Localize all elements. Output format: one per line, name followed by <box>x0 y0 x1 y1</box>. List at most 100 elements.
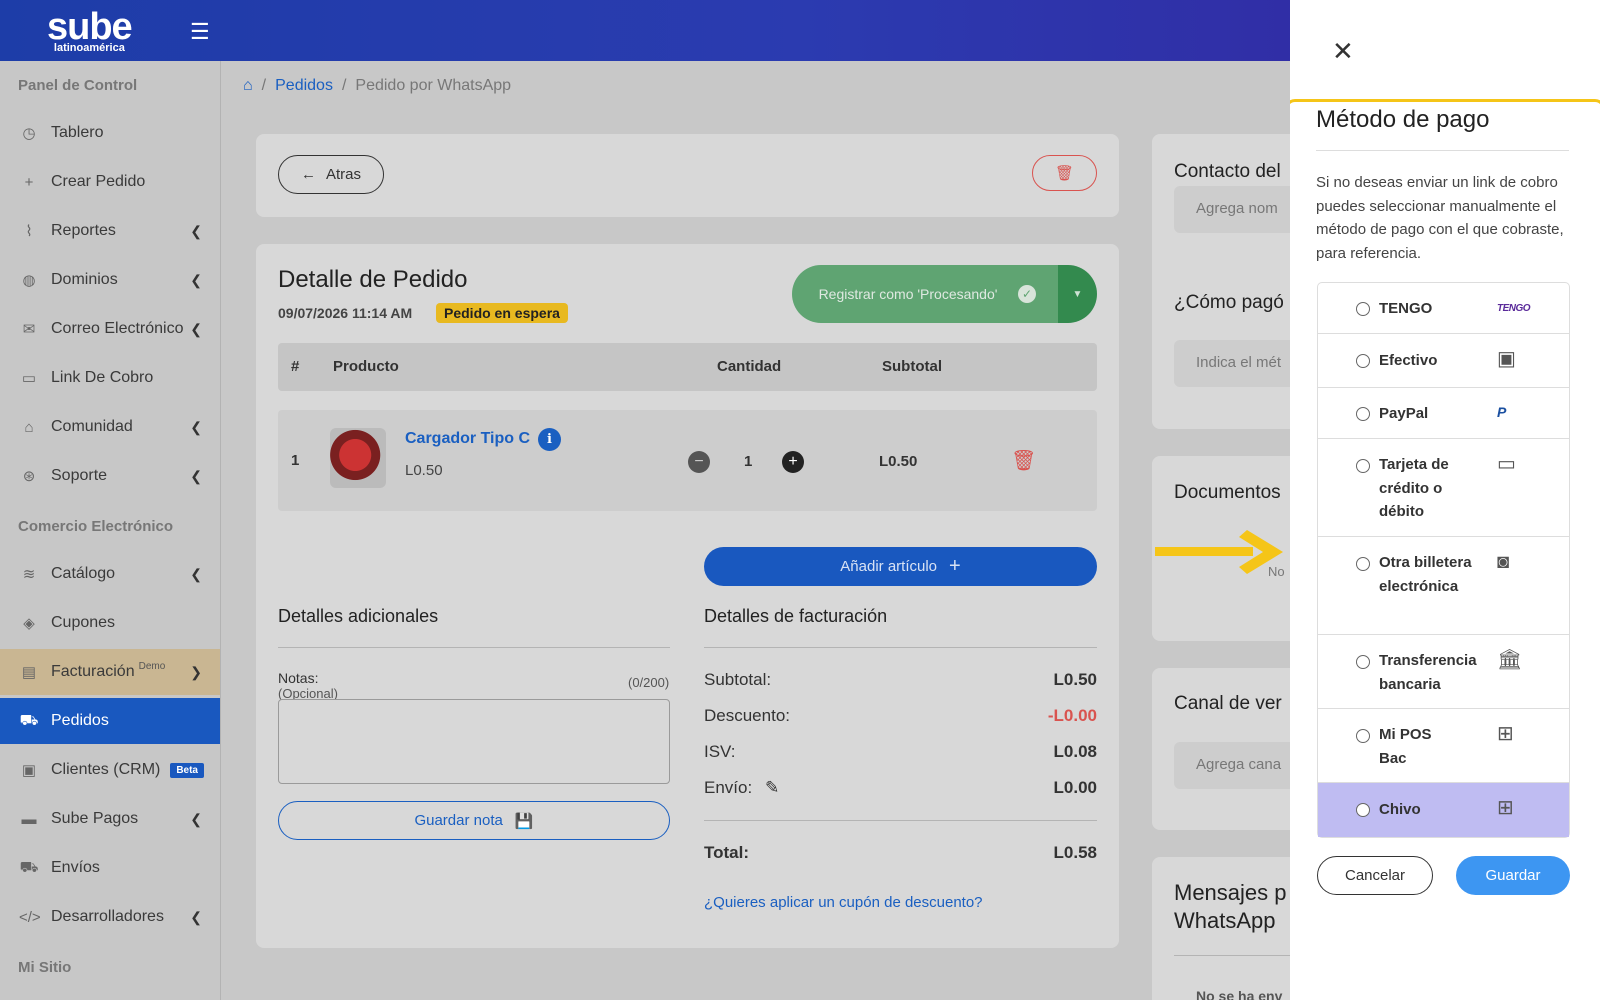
floppy-disk-icon: 💾 <box>514 812 534 830</box>
save-button[interactable]: Guardar <box>1456 856 1570 895</box>
sidebar-item-catalogo[interactable]: ≋ Catálogo ❮ <box>0 551 220 597</box>
remove-item-trash-icon[interactable]: 🗑 <box>1011 448 1036 473</box>
arrow-left-icon: ← <box>300 166 316 183</box>
sidebar-item-link-de-cobro[interactable]: ▭ Link De Cobro <box>0 355 220 401</box>
messages-card-title: WhatsApp <box>1174 908 1276 933</box>
annotation-arrow-icon <box>1155 530 1283 574</box>
back-button[interactable]: ← Atras <box>278 155 384 194</box>
sidebar-item-pedidos[interactable]: ⛟ Pedidos <box>0 698 220 744</box>
product-image <box>330 428 386 488</box>
channel-input[interactable]: Agrega cana <box>1174 742 1304 789</box>
channel-card-title: Canal de ver <box>1174 693 1282 714</box>
status-badge: Pedido en espera <box>436 303 568 323</box>
sidebar-item-correo[interactable]: ✉ Correo Electrónico ❮ <box>0 306 220 352</box>
breadcrumb-current: Pedido por WhatsApp <box>355 77 512 94</box>
sube-logo[interactable]: sube latinoamérica <box>47 8 133 54</box>
column-header: Subtotal <box>882 358 942 375</box>
register-processing-button[interactable]: Registrar como 'Procesando' ✓ <box>792 265 1058 323</box>
radio-button[interactable] <box>1356 557 1370 571</box>
hamburger-menu-icon[interactable]: ☰ <box>190 21 210 43</box>
notes-label: Notas: (Opcional) <box>278 670 338 701</box>
sidebar-item-crear-pedido[interactable]: + Crear Pedido <box>0 159 220 205</box>
plus-icon: + <box>24 173 34 191</box>
folder-icon: ▭ <box>21 370 37 387</box>
payment-method-drawer: ✕ Método de pago Si no deseas enviar un … <box>1290 0 1600 1000</box>
home-icon[interactable]: ⌂ <box>243 77 253 95</box>
payment-option-efectivo[interactable]: Efectivo ▣ <box>1318 334 1569 388</box>
payment-option-billetera[interactable]: Otra billetera electrónica ◙ <box>1318 537 1569 635</box>
chevron-left-icon: ❮ <box>190 320 202 337</box>
product-name-link[interactable]: Cargador Tipo C <box>405 430 530 448</box>
radio-button[interactable] <box>1356 803 1370 817</box>
payment-option-tarjeta[interactable]: Tarjeta de crédito o débito ▭ <box>1318 439 1569 537</box>
cart-icon: ⛟ <box>19 711 39 729</box>
cancel-button[interactable]: Cancelar <box>1317 856 1433 895</box>
sidebar-item-facturacion[interactable]: ▤ Facturación Demo ❯ <box>0 649 220 695</box>
additional-details-title: Detalles adicionales <box>278 606 439 626</box>
sidebar-item-cupones[interactable]: ◈ Cupones <box>0 600 220 646</box>
sidebar-item-desarrolladores[interactable]: </> Desarrolladores ❮ <box>0 894 220 940</box>
breadcrumb-link-pedidos[interactable]: Pedidos <box>275 77 333 95</box>
close-icon[interactable]: ✕ <box>1332 38 1354 64</box>
info-icon[interactable]: i <box>538 428 561 451</box>
column-header: # <box>291 358 300 375</box>
chevron-left-icon: ❮ <box>190 565 202 582</box>
chevron-right-icon: ❯ <box>190 663 202 680</box>
drawer-title: Método de pago <box>1316 106 1490 133</box>
increase-quantity-button[interactable]: + <box>782 451 804 473</box>
invoice-icon: ▤ <box>21 664 37 681</box>
divider <box>704 647 1097 648</box>
contacts-icon: ▣ <box>21 762 37 779</box>
documents-card-title: Documentos <box>1174 482 1281 503</box>
notes-counter: (0/200) <box>628 675 670 690</box>
payment-option-paypal[interactable]: PayPal P <box>1318 388 1569 439</box>
payment-option-transferencia[interactable]: Transferencia bancaria 🏛 <box>1318 635 1569 709</box>
chevron-left-icon: ❮ <box>190 467 202 484</box>
payment-option-chivo[interactable]: Chivo ⊞ <box>1318 783 1569 837</box>
radio-button[interactable] <box>1356 302 1370 316</box>
grid-plus-icon: ⊞ <box>1497 723 1514 745</box>
billing-row-isv: ISV: L0.08 <box>704 742 1097 761</box>
payment-option-tengo[interactable]: TENGO TENGO <box>1318 283 1569 334</box>
sidebar-item-soporte[interactable]: ⊛ Soporte ❮ <box>0 453 220 499</box>
order-date: 09/07/2026 11:14 AM <box>278 305 413 321</box>
apply-coupon-link[interactable]: ¿Quieres aplicar un cupón de descuento? <box>704 894 983 911</box>
radio-button[interactable] <box>1356 407 1370 421</box>
payment-method-input[interactable]: Indica el mét <box>1174 340 1304 387</box>
globe-icon: ◍ <box>22 272 36 289</box>
billing-row-subtotal: Subtotal: L0.50 <box>704 670 1097 689</box>
sidebar-item-envios[interactable]: ⛟ Envíos <box>0 845 220 891</box>
radio-button[interactable] <box>1356 729 1370 743</box>
column-header: Producto <box>333 358 399 375</box>
billing-row-discount: Descuento: -L0.00 <box>704 706 1097 725</box>
sidebar-item-reportes[interactable]: ⌇ Reportes ❮ <box>0 208 220 254</box>
sidebar: Panel de Control ◷ Tablero + Crear Pedido … <box>0 61 221 1000</box>
chevron-left-icon: ❮ <box>190 222 202 239</box>
radio-button[interactable] <box>1356 354 1370 368</box>
plus-icon: + <box>949 555 961 577</box>
radio-button[interactable] <box>1356 459 1370 473</box>
contact-input[interactable]: Agrega nom <box>1174 186 1304 233</box>
divider <box>1174 955 1294 956</box>
mail-icon: ✉ <box>22 321 36 338</box>
payment-option-mi-pos-bac[interactable]: Mi POS Bac ⊞ <box>1318 709 1569 783</box>
radio-button[interactable] <box>1356 655 1370 669</box>
sidebar-item-sube-pagos[interactable]: ▬ Sube Pagos ❮ <box>0 796 220 842</box>
sidebar-item-clientes[interactable]: ▣ Clientes (CRM) Beta <box>0 747 220 793</box>
drawer-description: Si no deseas enviar un link de cobro pue… <box>1316 174 1564 262</box>
add-item-button[interactable]: Añadir artículo + <box>704 547 1097 586</box>
decrease-quantity-button[interactable]: − <box>688 451 710 473</box>
sidebar-item-comunidad[interactable]: ⌂ Comunidad ❮ <box>0 404 220 450</box>
table-header: # Producto Cantidad Subtotal <box>278 343 1097 391</box>
clock-icon: ◷ <box>22 125 36 142</box>
save-note-button[interactable]: Guardar nota 💾 <box>278 801 670 840</box>
delete-order-button[interactable]: 🗑 <box>1032 155 1097 191</box>
row-subtotal: L0.50 <box>879 453 918 470</box>
sidebar-item-tablero[interactable]: ◷ Tablero <box>0 110 220 156</box>
notes-textarea[interactable] <box>278 699 670 784</box>
edit-icon[interactable]: ✎ <box>765 778 779 797</box>
cash-icon: ▣ <box>1497 348 1516 370</box>
credit-card-icon: ▭ <box>1497 453 1516 475</box>
sidebar-item-dominios[interactable]: ◍ Dominios ❮ <box>0 257 220 303</box>
support-icon: ⊛ <box>22 468 36 485</box>
